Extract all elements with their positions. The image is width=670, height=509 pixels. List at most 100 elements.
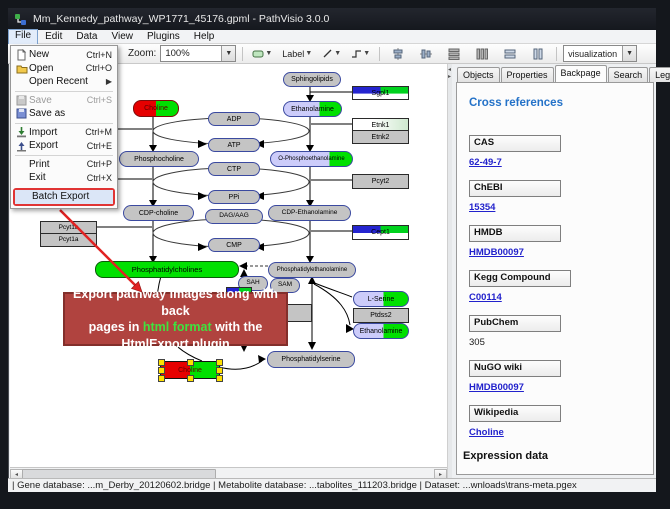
match-height-icon [532, 48, 544, 60]
pathway-node-atp[interactable]: ATP [208, 138, 260, 152]
zoom-value: 100% [161, 48, 221, 59]
xref-link-kegg[interactable]: C00114 [469, 292, 502, 303]
zoom-combobox[interactable]: 100% ▼ [160, 45, 236, 62]
selection-handle[interactable] [216, 367, 223, 374]
pathway-node-phosphatidylethanolamine[interactable]: Phosphatidylethanolamine [268, 262, 356, 278]
pathway-node-pcyt2[interactable]: Pcyt2 [352, 174, 409, 189]
save-as-icon [14, 108, 29, 119]
pathway-node-choline-selected[interactable]: Choline [160, 361, 220, 379]
pathway-node-phosphatidylcholines[interactable]: Phosphatidylcholines [95, 261, 239, 278]
tab-backpage[interactable]: Backpage [555, 65, 607, 82]
align-center-vertical-button[interactable] [414, 45, 438, 63]
align-center-horizontal-icon [392, 48, 404, 60]
pathway-node-ethanolamine-bottom[interactable]: Ethanolamine [353, 323, 409, 339]
pathway-node-hidden-gene-box[interactable] [284, 304, 312, 322]
menu-data[interactable]: Data [69, 30, 104, 44]
pathway-node-choline-top[interactable]: Choline [133, 100, 179, 117]
connector-tool-button[interactable]: ▼ [348, 45, 373, 63]
pathway-node-cdp-choline[interactable]: CDP-choline [123, 205, 194, 221]
pathway-node-phosphocholine[interactable]: Phosphocholine [119, 151, 199, 167]
file-menu-item-new[interactable]: NewCtrl+N [12, 48, 116, 62]
visualization-combobox[interactable]: visualization ▼ [563, 45, 637, 62]
tab-legend[interactable]: Legend [649, 67, 670, 82]
menu-separator [15, 91, 113, 92]
file-menu-item-print[interactable]: PrintCtrl+P [12, 158, 116, 172]
xref-link-wikipedia[interactable]: Choline [469, 427, 504, 438]
file-menu-item-import[interactable]: ImportCtrl+M [12, 126, 116, 140]
menu-view[interactable]: View [104, 30, 140, 44]
pathway-node-label: Cept1 [371, 229, 390, 236]
visualization-value: visualization [564, 49, 622, 59]
batch-export-highlight-box: Batch Export [13, 188, 115, 206]
pathway-node-label: Ptdss2 [370, 312, 391, 319]
selection-handle[interactable] [187, 375, 194, 382]
xref-link-hmdb[interactable]: HMDB00097 [469, 247, 524, 258]
xref-link-chebi[interactable]: 15354 [469, 202, 495, 213]
cross-references-title: Cross references [469, 97, 653, 109]
selection-handle[interactable] [216, 359, 223, 366]
file-menu-item-export[interactable]: ExportCtrl+E [12, 139, 116, 153]
pathway-node-ethanolamine-top[interactable]: Ethanolamine [283, 101, 342, 117]
pathway-node-o-phosphoethanolamine[interactable]: O-Phosphoethanolamine [270, 151, 353, 167]
pathway-node-ppi[interactable]: PPi [208, 190, 260, 204]
pathway-node-label: Phosphatidylcholines [132, 266, 202, 274]
pathway-node-label: DAG/AAG [219, 213, 249, 220]
line-icon [322, 48, 333, 59]
pathway-node-label: O-Phosphoethanolamine [278, 156, 344, 162]
collapse-right-icon[interactable]: ▸ [448, 74, 451, 80]
title-bar[interactable]: Mm_Kennedy_pathway_WP1771_45176.gpml - P… [8, 8, 656, 30]
pathway-node-dag-aag[interactable]: DAG/AAG [205, 209, 263, 224]
menu-file[interactable]: File [8, 29, 38, 45]
match-width-button[interactable] [498, 45, 522, 63]
pathway-node-label: PPi [229, 194, 240, 201]
selection-handle[interactable] [187, 359, 194, 366]
menu-edit[interactable]: Edit [38, 30, 69, 44]
pathway-node-sphingolipids[interactable]: Sphingolipids [283, 72, 341, 87]
datanode-icon [252, 49, 264, 59]
menu-help[interactable]: Help [187, 30, 222, 44]
distribute-horizontal-button[interactable] [470, 45, 494, 63]
xref-link-nugo[interactable]: HMDB00097 [469, 382, 524, 393]
file-menu-item-exit[interactable]: ExitCtrl+X [12, 171, 116, 185]
pathway-node-etnk2[interactable]: Etnk2 [352, 130, 409, 144]
pathway-node-sgpl1[interactable]: Sgpl1 [352, 86, 409, 100]
datanode-shape-button[interactable]: ▼ [249, 45, 275, 63]
pathway-node-cmp[interactable]: CMP [208, 238, 260, 252]
pathway-node-adp[interactable]: ADP [208, 112, 260, 126]
status-bar: | Gene database: ...m_Derby_20120602.bri… [8, 478, 656, 492]
connector-icon [351, 48, 362, 59]
file-menu-item-open-recent[interactable]: Open Recent▶ [12, 75, 116, 89]
pathway-node-pcyt1a[interactable]: Pcyt1a [40, 233, 97, 247]
selection-handle[interactable] [158, 375, 165, 382]
tab-search[interactable]: Search [608, 67, 649, 82]
selection-handle[interactable] [158, 359, 165, 366]
file-menu-item-batch-export[interactable]: Batch Export [15, 190, 113, 204]
tab-properties[interactable]: Properties [501, 67, 554, 82]
collapse-left-icon[interactable]: ◂ [448, 67, 451, 73]
distribute-vertical-button[interactable] [442, 45, 466, 63]
menu-plugins[interactable]: Plugins [140, 30, 187, 44]
label-tool-button[interactable]: Label ▼ [279, 45, 315, 63]
pathway-node-ctp[interactable]: CTP [208, 162, 260, 176]
line-tool-button[interactable]: ▼ [319, 45, 344, 63]
selection-handle[interactable] [216, 375, 223, 382]
match-height-button[interactable] [526, 45, 550, 63]
align-center-horizontal-button[interactable] [386, 45, 410, 63]
match-width-icon [504, 48, 516, 60]
xref-header-nugo: NuGO wiki [469, 360, 561, 377]
pathway-node-cept1[interactable]: Cept1 [352, 225, 409, 240]
pathway-node-l-serine[interactable]: L-Serine [353, 291, 409, 307]
selection-handle[interactable] [158, 367, 165, 374]
callout-green-text: html format [143, 320, 212, 334]
pathway-node-ptdss2[interactable]: Ptdss2 [353, 308, 409, 323]
canvas-horizontal-scrollbar[interactable]: ◂ ▸ [10, 467, 447, 478]
pathway-node-label: Pcyt2 [372, 178, 390, 185]
chevron-down-icon[interactable]: ▼ [622, 46, 636, 61]
file-menu-item-open[interactable]: OpenCtrl+O [12, 62, 116, 76]
file-menu-item-save-as[interactable]: Save as [12, 107, 116, 121]
chevron-down-icon[interactable]: ▼ [221, 46, 235, 61]
xref-link-cas[interactable]: 62-49-7 [469, 157, 502, 168]
pathway-node-cdp-ethanolamine[interactable]: CDP-Ethanolamine [268, 205, 351, 221]
pathway-node-phosphatidylserine[interactable]: Phosphatidylserine [267, 351, 355, 368]
tab-objects[interactable]: Objects [457, 67, 500, 82]
